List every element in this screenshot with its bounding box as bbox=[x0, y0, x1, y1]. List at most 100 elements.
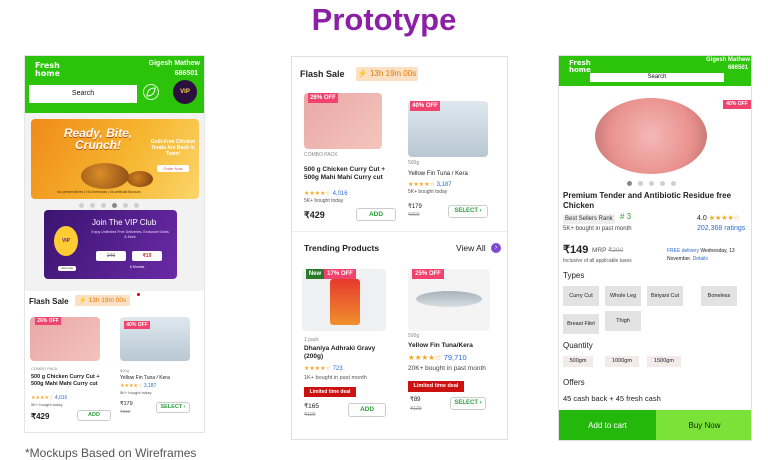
view-all-link[interactable]: View All bbox=[456, 243, 486, 253]
price: ₹429 bbox=[31, 412, 50, 421]
vip-subtitle: Enjoy Unlimited Free Deliveries, Exclusi… bbox=[91, 230, 169, 239]
discount-tag: 26% OFF bbox=[35, 317, 61, 325]
mrp: MRP ₹200 bbox=[592, 246, 623, 254]
product-name[interactable]: Yellow Fin Tuna/Kera bbox=[408, 342, 473, 349]
carousel-dot[interactable] bbox=[90, 203, 95, 208]
add-button[interactable]: ADD bbox=[356, 208, 396, 221]
weight-label: 500g bbox=[120, 368, 129, 373]
rank-label: Best Sellers Rank bbox=[565, 216, 613, 222]
add-button[interactable]: ADD bbox=[77, 410, 111, 421]
carousel-dots[interactable] bbox=[627, 181, 676, 186]
ratings-count[interactable]: 202,368 ratings bbox=[697, 225, 745, 232]
discount-tag: 26% OFF bbox=[308, 93, 338, 103]
app-header: Fresh home Gigesh Mathew 686501 Search V… bbox=[25, 56, 204, 113]
flash-sale-label: Flash Sale bbox=[300, 69, 345, 79]
arrow-right-icon[interactable]: › bbox=[491, 243, 501, 253]
select-button[interactable]: SELECT › bbox=[156, 402, 190, 413]
vip-badge-icon[interactable]: VIP bbox=[173, 80, 197, 104]
carousel-dot[interactable] bbox=[671, 181, 676, 186]
type-chip-biriyani-cut[interactable]: Biriyani Cut bbox=[647, 286, 683, 306]
details-link[interactable]: Details bbox=[693, 256, 708, 262]
quantity-chip-1000gm[interactable]: 1000gm bbox=[605, 356, 639, 367]
product-image[interactable] bbox=[595, 98, 707, 174]
price: ₹179 bbox=[408, 204, 422, 210]
flash-timer: ⚡ 13h 19m 00s bbox=[75, 295, 130, 306]
type-chip-boneless[interactable]: Boneless bbox=[701, 286, 737, 306]
carousel-dot[interactable] bbox=[134, 203, 139, 208]
weight-label: 1 pack bbox=[304, 337, 319, 343]
carousel-dot[interactable] bbox=[101, 203, 106, 208]
carousel-dot[interactable] bbox=[112, 203, 117, 208]
type-chip-whole-leg[interactable]: Whole Leg bbox=[605, 286, 641, 306]
vip-club-banner[interactable]: VIP Join The VIP Club Enjoy Unlimited Fr… bbox=[44, 210, 177, 279]
bestseller-rank: # 3 bbox=[620, 212, 632, 221]
old-price: ₹199 bbox=[304, 412, 316, 418]
product-name[interactable]: 500 g Chicken Curry Cut + 500g Mahi Mahi… bbox=[304, 166, 392, 182]
divider bbox=[292, 231, 507, 232]
stars: ★★★★☆ bbox=[408, 353, 442, 362]
leaf-icon[interactable] bbox=[143, 84, 159, 100]
select-button[interactable]: SELECT › bbox=[450, 397, 486, 410]
stars: ★★★★☆ bbox=[304, 366, 331, 372]
buy-now-button[interactable]: Buy Now bbox=[656, 410, 751, 440]
product-name[interactable]: Yellow Fin Tuna / Kera bbox=[120, 375, 170, 381]
app-logo[interactable]: Fresh home bbox=[35, 62, 60, 78]
offers-label: Offers bbox=[563, 378, 585, 387]
offer-text: 45 cash back + 45 fresh cash bbox=[563, 394, 661, 403]
product-name[interactable]: Dhaniya Adhrakì Gravy (200g) bbox=[304, 345, 384, 361]
type-chip-thigh[interactable]: Thigh bbox=[605, 311, 641, 331]
user-name: Gigesh Mathew bbox=[148, 60, 200, 67]
mrp-label: MRP bbox=[592, 247, 607, 254]
carousel-dot[interactable] bbox=[627, 181, 632, 186]
order-now-button[interactable]: Order Now bbox=[157, 165, 189, 172]
price: ₹149 bbox=[563, 244, 589, 256]
types-label: Types bbox=[563, 271, 585, 280]
carousel-dot[interactable] bbox=[649, 181, 654, 186]
rating-count: 3,187 bbox=[436, 182, 452, 188]
quantity-chip-1500gm[interactable]: 1500gm bbox=[647, 356, 681, 367]
vip-badge: VIP bbox=[54, 226, 78, 256]
add-button[interactable]: ADD bbox=[348, 403, 386, 417]
add-to-cart-button[interactable]: Add to cart bbox=[559, 410, 656, 440]
join-now-button[interactable]: Join now bbox=[58, 266, 76, 271]
search-input[interactable]: Search bbox=[590, 73, 724, 82]
rating-stars: ★★★★☆ 3,187 bbox=[408, 181, 452, 188]
promo-banner[interactable]: Ready, Bite, Crunch! Guilt-Free Chicken … bbox=[31, 119, 199, 199]
select-button[interactable]: SELECT › bbox=[448, 205, 488, 218]
search-input[interactable]: Search bbox=[29, 85, 137, 103]
stars: ★★★★☆ bbox=[304, 191, 331, 197]
weight-label: 500g bbox=[408, 333, 420, 339]
bought-count: 20K+ bought in past month bbox=[408, 365, 486, 372]
timer-text: 13h 19m 00s bbox=[88, 297, 127, 304]
vip-old-price: 249 bbox=[96, 251, 126, 261]
bought-count: 1K+ bought in past month bbox=[304, 375, 367, 381]
carousel-dot[interactable] bbox=[79, 203, 84, 208]
discount-tag: 17% OFF bbox=[324, 269, 356, 279]
pincode: 686501 bbox=[727, 65, 748, 71]
delivery-free: FREE delivery bbox=[667, 248, 699, 254]
trending-label: Trending Products bbox=[304, 243, 380, 253]
price: ₹89 bbox=[410, 397, 421, 403]
rating-stars: ★★★★☆ 4,016 bbox=[304, 190, 348, 197]
flash-sale-section: Flash Sale ⚡ 13h 19m 00s 26% OFF COMBO P… bbox=[25, 291, 204, 432]
type-chip-breast-filet[interactable]: Breast Filet bbox=[563, 314, 599, 334]
type-chip-curry-cut[interactable]: Curry Cut bbox=[563, 286, 599, 306]
carousel-dot[interactable] bbox=[638, 181, 643, 186]
carousel-dots[interactable] bbox=[79, 203, 139, 208]
product-name[interactable]: Yellow Fin Tuna / Kera bbox=[408, 171, 468, 177]
quantity-chip-500gm[interactable]: 500gm bbox=[563, 356, 593, 367]
carousel-dot[interactable] bbox=[660, 181, 665, 186]
pincode: 686501 bbox=[174, 70, 198, 77]
discount-tag: 40% OFF bbox=[124, 321, 150, 329]
banner-subline: Guilt-Free Chicken Treats Are Back in To… bbox=[150, 139, 196, 157]
stars: ★★★★☆ bbox=[120, 383, 143, 389]
app-logo[interactable]: Fresh home bbox=[569, 60, 591, 74]
quantity-label: Quantity bbox=[563, 341, 593, 350]
pack-label: COMBO PACK bbox=[31, 366, 58, 371]
rating-count: 3,187 bbox=[143, 383, 157, 389]
rating-count: 4,016 bbox=[332, 191, 348, 197]
food-image bbox=[81, 163, 129, 189]
timer-text: 13h 19m 00s bbox=[369, 69, 417, 78]
carousel-dot[interactable] bbox=[123, 203, 128, 208]
product-name[interactable]: 500 g Chicken Curry Cut + 500g Mahi Mahi… bbox=[31, 374, 109, 388]
